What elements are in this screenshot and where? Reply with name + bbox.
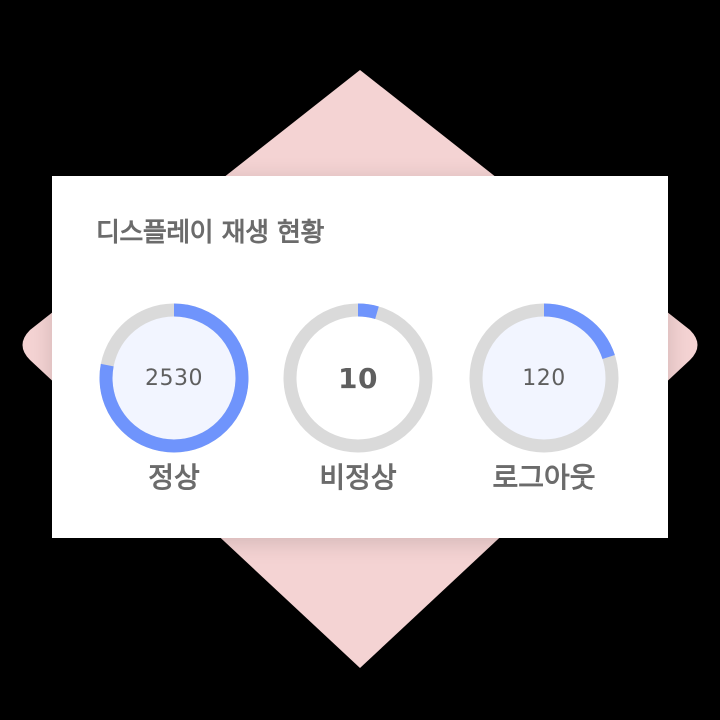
gauge-normal: 2530 정상: [84, 288, 264, 498]
gauge-label-normal: 정상: [148, 461, 200, 494]
display-playback-status-card: 디스플레이 재생 현황 2530 정상 10 비정상 120 로그아웃: [52, 176, 668, 538]
card-title: 디스플레이 재생 현황: [96, 218, 324, 248]
gauge-label-logout: 로그아웃: [492, 461, 596, 494]
gauge-logout: 120 로그아웃: [454, 288, 634, 498]
gauge-value-logout: 120: [522, 365, 566, 391]
gauge-value-normal: 2530: [145, 365, 203, 391]
gauge-label-abnormal: 비정상: [319, 461, 397, 494]
gauge-abnormal: 10 비정상: [268, 288, 448, 498]
gauge-value-abnormal: 10: [338, 361, 378, 395]
